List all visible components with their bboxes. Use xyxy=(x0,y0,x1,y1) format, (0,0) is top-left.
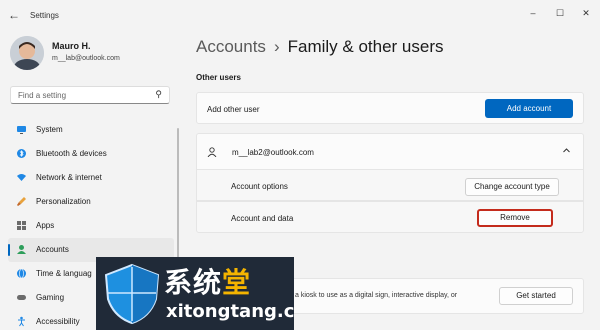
back-arrow-icon[interactable]: ← xyxy=(8,8,20,22)
account-options-row: Account options Change account type xyxy=(196,169,584,201)
search-input[interactable]: Find a setting ⚲ xyxy=(10,86,170,104)
add-other-user-card: Add other user Add account xyxy=(196,92,584,124)
search-icon: ⚲ xyxy=(155,89,162,99)
sidebar-item-label: Gaming xyxy=(36,293,65,302)
watermark-chinese-text: 系统堂 xyxy=(164,266,252,299)
sidebar-item-label: Network & internet xyxy=(36,173,102,182)
maximize-button[interactable]: ☐ xyxy=(549,6,571,20)
sidebar-item-system[interactable]: System xyxy=(8,118,174,142)
person-icon xyxy=(16,244,27,255)
user-email: m__lab2@outlook.com xyxy=(232,148,314,157)
search-placeholder: Find a setting xyxy=(18,91,67,100)
person-icon xyxy=(207,147,217,159)
breadcrumb-parent[interactable]: Accounts xyxy=(196,37,266,56)
account-data-row: Account and data Remove xyxy=(196,201,584,233)
section-title-other-users: Other users xyxy=(196,73,241,82)
change-account-type-button[interactable]: Change account type xyxy=(465,178,559,196)
profile-email: m__lab@outlook.com xyxy=(52,55,120,62)
accessibility-icon xyxy=(16,316,27,327)
brush-icon xyxy=(16,196,27,207)
shield-icon xyxy=(104,263,160,325)
sidebar-item-label: Personalization xyxy=(36,197,91,206)
title-bar: ← Settings – ☐ ✕ xyxy=(0,0,600,30)
bluetooth-icon xyxy=(16,148,27,159)
wifi-icon xyxy=(16,172,27,183)
kiosk-description: a kiosk to use as a digital sign, intera… xyxy=(295,292,458,299)
sidebar-item-label: Accounts xyxy=(36,245,69,254)
monitor-icon xyxy=(16,124,27,135)
sidebar-item-bluetooth[interactable]: Bluetooth & devices xyxy=(8,142,174,166)
globe-icon xyxy=(16,268,27,279)
get-started-button[interactable]: Get started xyxy=(499,287,573,305)
breadcrumb-separator: › xyxy=(273,37,280,56)
breadcrumb: Accounts › Family & other users xyxy=(196,37,444,57)
sidebar-item-label: Bluetooth & devices xyxy=(36,149,107,158)
sidebar-item-label: Time & languag xyxy=(36,269,92,278)
watermark-domain-text: xitongtang.com xyxy=(166,301,294,322)
chevron-up-icon[interactable] xyxy=(562,146,571,157)
sidebar-item-label: System xyxy=(36,125,63,134)
remove-button[interactable]: Remove xyxy=(477,209,553,227)
account-options-label: Account options xyxy=(231,182,288,191)
gamepad-icon xyxy=(16,292,27,303)
minimize-button[interactable]: – xyxy=(522,6,544,20)
avatar[interactable] xyxy=(10,36,44,70)
sidebar-item-label: Apps xyxy=(36,221,55,230)
account-data-label: Account and data xyxy=(231,214,294,223)
watermark-logo: 系统堂 xitongtang.com xyxy=(96,257,294,330)
sidebar-item-apps[interactable]: Apps xyxy=(8,214,174,238)
page-title: Family & other users xyxy=(287,37,444,56)
add-other-user-label: Add other user xyxy=(207,105,260,114)
sidebar-item-network[interactable]: Network & internet xyxy=(8,166,174,190)
user-account-header[interactable]: m__lab2@outlook.com xyxy=(196,133,584,169)
profile-name: Mauro H. xyxy=(52,41,91,51)
close-button[interactable]: ✕ xyxy=(575,6,597,20)
sidebar-item-personalization[interactable]: Personalization xyxy=(8,190,174,214)
sidebar-item-label: Accessibility xyxy=(36,317,80,326)
apps-icon xyxy=(16,220,27,231)
add-account-button[interactable]: Add account xyxy=(485,99,573,118)
window-title: Settings xyxy=(30,11,59,20)
